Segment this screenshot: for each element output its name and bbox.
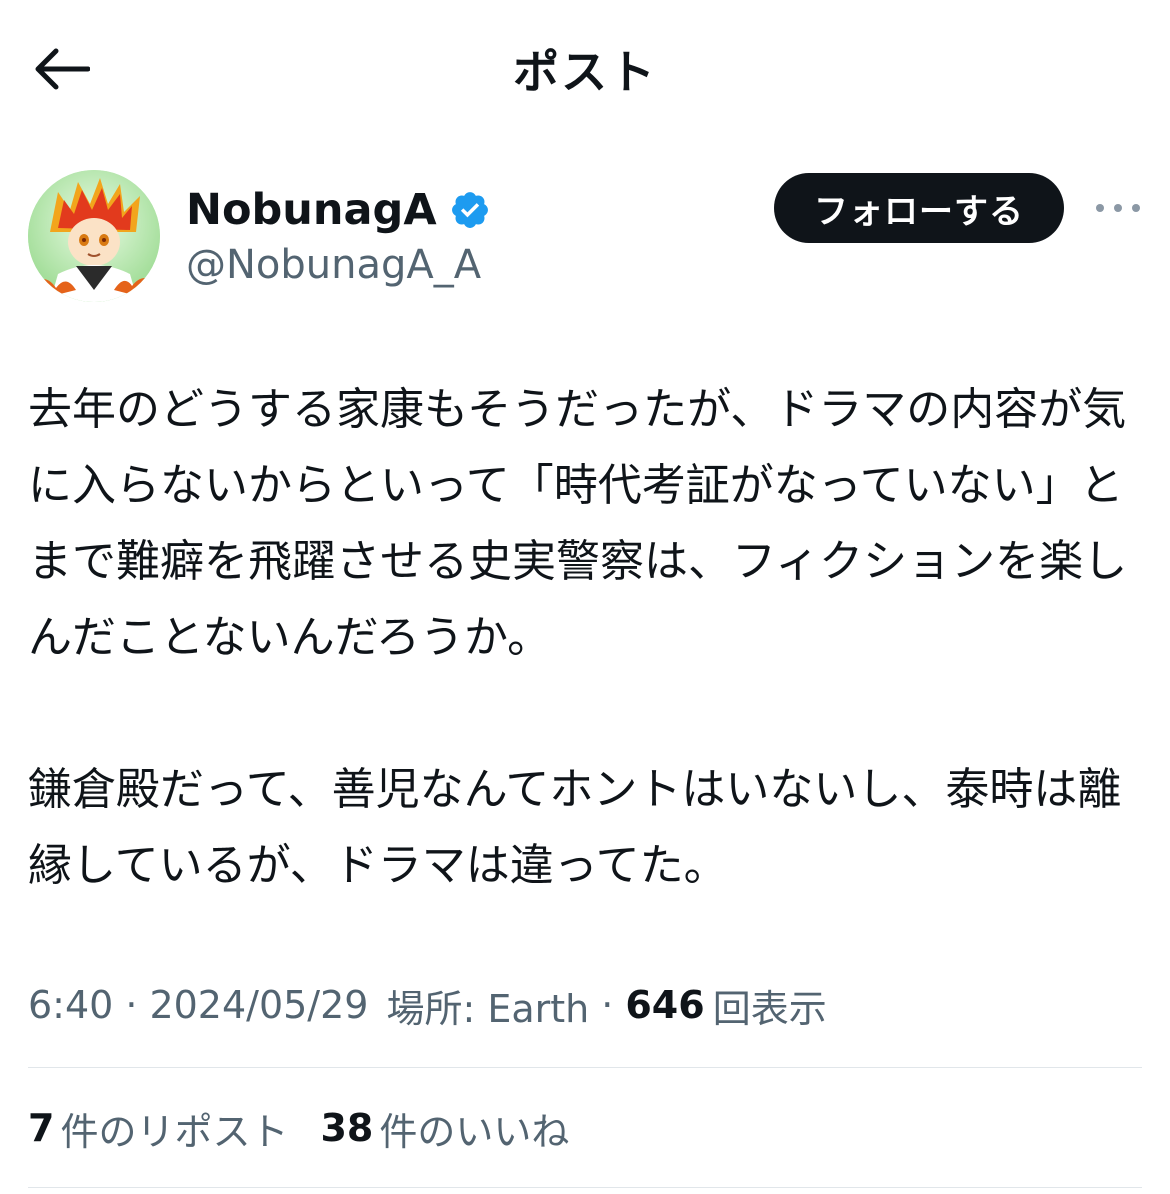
meta-separator: · <box>125 983 138 1027</box>
divider <box>28 1067 1142 1068</box>
more-button[interactable] <box>1090 190 1146 226</box>
verified-badge-icon <box>451 192 488 228</box>
follow-button[interactable]: フォローする <box>774 173 1064 243</box>
post-author: NobunagA @NobunagA_A フォローする <box>28 170 1142 305</box>
more-dots-icon <box>1096 204 1140 212</box>
name-line: NobunagA <box>186 180 491 240</box>
reposts-label: 件のリポスト <box>60 1109 289 1154</box>
post-location: 場所: Earth <box>386 986 590 1031</box>
post-date[interactable]: 2024/05/29 <box>149 983 368 1027</box>
divider <box>28 1187 1142 1188</box>
post-text: 去年のどうする家康もそうだったが、ドラマの内容が気に入らないからといって「時代考… <box>28 384 1128 891</box>
author-handle[interactable]: @NobunagA_A <box>186 242 481 288</box>
engagement-stats: 7 件のリポスト 38 件のいいね <box>28 1098 601 1158</box>
views-label: 回表示 <box>712 986 827 1031</box>
likes-label: 件のいいね <box>379 1109 570 1154</box>
avatar-image <box>28 170 160 302</box>
views-count: 646 <box>625 983 705 1027</box>
reposts-count: 7 <box>28 1106 55 1150</box>
top-bar: ポスト <box>0 0 1170 140</box>
likes-stat[interactable]: 38 件のいいね <box>320 1101 569 1156</box>
avatar[interactable] <box>28 170 160 302</box>
post-meta: 6:40 · 2024/05/29 場所: Earth · 646 回表示 <box>28 975 827 1035</box>
likes-count: 38 <box>320 1106 374 1150</box>
meta-separator: · <box>601 983 614 1027</box>
page-title: ポスト <box>513 45 657 99</box>
reposts-stat[interactable]: 7 件のリポスト <box>28 1101 288 1156</box>
post-time[interactable]: 6:40 <box>28 983 113 1027</box>
display-name[interactable]: NobunagA <box>186 185 437 235</box>
